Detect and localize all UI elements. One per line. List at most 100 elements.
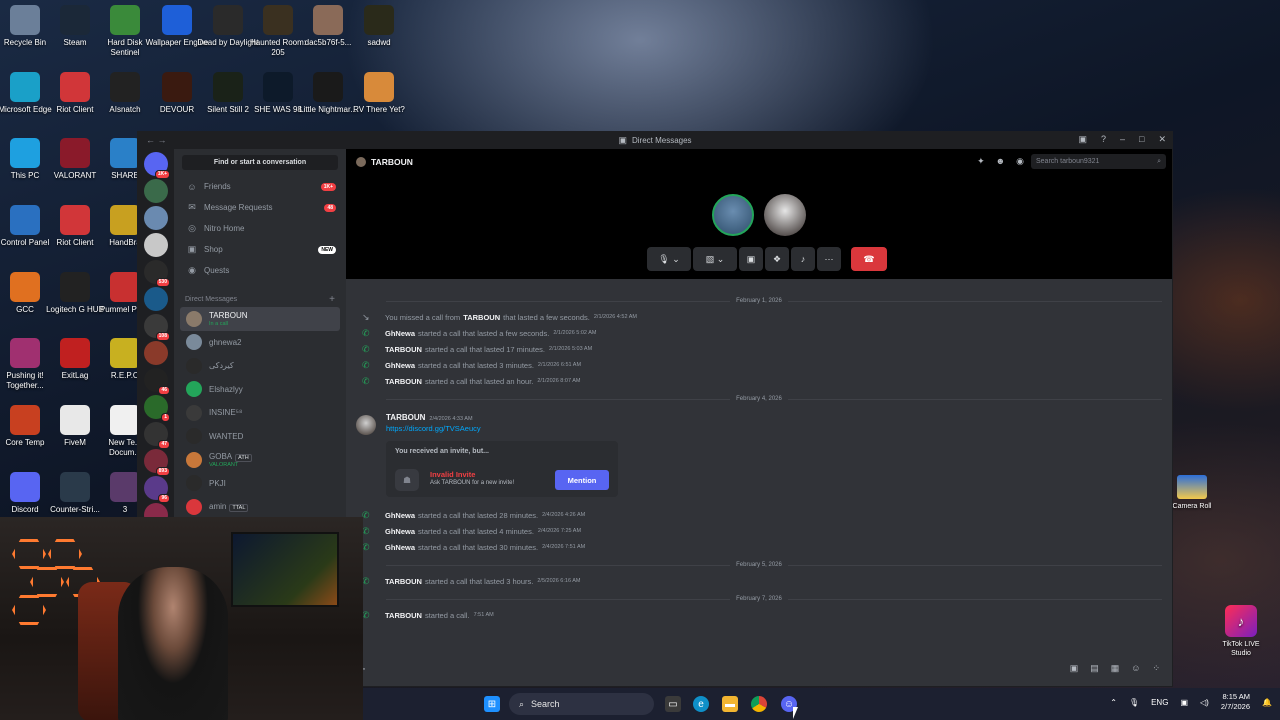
dm-item[interactable]: INSINE⁵⁸: [180, 401, 340, 425]
sidebar-nav: ☺ Friends 1K+ ✉ Message Requests 48 ◎ Nitro Hom…: [174, 176, 346, 281]
desktop-icon[interactable]: RV There Yet?: [347, 72, 411, 115]
server-icon[interactable]: 1K+: [144, 152, 170, 179]
close-button[interactable]: ✕: [1158, 134, 1166, 145]
avatar: [186, 498, 202, 515]
chevron-up-icon[interactable]: ⌃: [1110, 698, 1117, 707]
help-icon[interactable]: ?: [1101, 134, 1106, 145]
maximize-button[interactable]: □: [1139, 134, 1144, 145]
minimize-button[interactable]: –: [1120, 134, 1125, 145]
dm-icon: ▣: [618, 135, 627, 145]
nav-item-nitro-home[interactable]: ◎ Nitro Home: [174, 218, 346, 239]
server-icon[interactable]: [144, 341, 168, 365]
desktop-icon-tiktok[interactable]: ♪ TikTok LIVE Studio: [1218, 605, 1264, 658]
window-title: Direct Messages: [631, 136, 692, 145]
back-icon[interactable]: ← →: [146, 135, 167, 145]
call-author[interactable]: TARBOUN: [463, 313, 500, 322]
taskbar-search[interactable]: ⌕ Search: [509, 693, 654, 715]
server-icon[interactable]: [144, 179, 168, 203]
call-author[interactable]: TARBOUN: [385, 345, 422, 354]
call-author[interactable]: GhNewa: [385, 527, 415, 536]
server-icon[interactable]: 893: [144, 449, 170, 476]
create-dm-button[interactable]: +: [329, 294, 335, 305]
invite-link[interactable]: https://discord.gg/TVSAeucy: [386, 424, 1172, 433]
apps-icon[interactable]: ⁘: [1152, 663, 1160, 674]
dm-item[interactable]: کیردکی: [180, 354, 340, 378]
desktop-icon[interactable]: sadwd: [347, 5, 411, 48]
more-button[interactable]: ⋯: [817, 247, 841, 271]
dm-item[interactable]: amin TTAL: [180, 495, 340, 519]
call-participant-avatar[interactable]: [712, 194, 754, 236]
emoji-icon[interactable]: ☺: [1131, 663, 1140, 674]
server-icon[interactable]: [144, 233, 168, 257]
task-view-icon[interactable]: ▭: [665, 696, 681, 712]
dm-item[interactable]: Elshazlyy: [180, 378, 340, 402]
system-tray: ⌃ 🎙 ENG ▣ ◁) 8:15 AM 2/7/2026 🔔: [1110, 692, 1272, 712]
message-author: TARBOUN 2/4/2026 4:33 AM: [386, 413, 1172, 422]
microphone-button[interactable]: 🎙 ⌄: [647, 247, 691, 271]
soundboard-button[interactable]: ♪: [791, 247, 815, 271]
file-explorer-icon[interactable]: ▬: [722, 696, 738, 712]
screen-share-button[interactable]: ▣: [739, 247, 763, 271]
sticker-icon[interactable]: ▦: [1111, 663, 1120, 674]
nav-item-friends[interactable]: ☺ Friends 1K+: [174, 176, 346, 197]
start-icon[interactable]: ⊞: [484, 696, 500, 712]
hang-up-button[interactable]: ☎: [851, 247, 887, 271]
notification-icon[interactable]: 🔔: [1262, 698, 1272, 707]
inbox-icon[interactable]: ▣: [1078, 134, 1087, 145]
pin-icon[interactable]: ✦: [977, 156, 985, 167]
exitlag-icon: [60, 338, 90, 368]
server-icon[interactable]: [144, 206, 168, 230]
desktop-icon-camera-roll[interactable]: Camera Roll: [1166, 475, 1218, 511]
mention-button[interactable]: Mention: [555, 470, 609, 490]
dm-list: TARBOUN In a call ghnewa2 کیردکی Elshazlyy IN…: [174, 307, 346, 519]
clock[interactable]: 8:15 AM 2/7/2026: [1221, 692, 1250, 712]
language-indicator[interactable]: ENG: [1151, 698, 1168, 707]
dm-text: ghnewa2: [209, 338, 241, 347]
avatar: [186, 334, 202, 351]
edge-icon[interactable]: e: [693, 696, 709, 712]
call-author[interactable]: TARBOUN: [385, 611, 422, 620]
assassins-creed-icon: [364, 5, 394, 35]
avatar[interactable]: [356, 415, 376, 435]
dm-item[interactable]: WANTED: [180, 425, 340, 449]
call-author[interactable]: GhNewa: [385, 543, 415, 552]
search-input[interactable]: Search tarboun9321 ⌕: [1031, 154, 1166, 169]
volume-icon[interactable]: ◁): [1200, 698, 1209, 707]
find-conversation-button[interactable]: Find or start a conversation: [182, 155, 338, 170]
dm-item[interactable]: TARBOUN In a call: [180, 307, 340, 331]
call-author[interactable]: GhNewa: [385, 361, 415, 370]
server-icon[interactable]: 47: [144, 422, 170, 449]
author-name[interactable]: TARBOUN: [386, 413, 425, 422]
server-icon[interactable]: 96: [144, 476, 170, 503]
call-author[interactable]: GhNewa: [385, 511, 415, 520]
nav-item-message-requests[interactable]: ✉ Message Requests 48: [174, 197, 346, 218]
server-icon[interactable]: 46: [144, 368, 170, 395]
message-composer[interactable]: + ▣▤▦☺⁘: [354, 656, 1164, 680]
dm-item[interactable]: ghnewa2: [180, 331, 340, 355]
nav-item-quests[interactable]: ◉ Quests: [174, 260, 346, 281]
gift-icon[interactable]: ▣: [1070, 663, 1079, 674]
activities-button[interactable]: ❖: [765, 247, 789, 271]
server-icon[interactable]: 1: [144, 395, 170, 422]
chrome-icon[interactable]: [751, 696, 767, 712]
nav-item-shop[interactable]: ▣ Shop NEW: [174, 239, 346, 260]
rv-icon: [364, 72, 394, 102]
server-icon[interactable]: [144, 287, 168, 311]
dm-item[interactable]: GOBA ATH VALORANT: [180, 448, 340, 472]
dm-item[interactable]: PKJI: [180, 472, 340, 496]
add-friend-icon[interactable]: ☻: [996, 156, 1005, 167]
profile-icon[interactable]: ◉: [1016, 156, 1024, 167]
gif-icon[interactable]: ▤: [1090, 663, 1099, 674]
camera-off-button[interactable]: ▧ ⌄: [693, 247, 737, 271]
call-author[interactable]: TARBOUN: [385, 377, 422, 386]
network-icon[interactable]: ▣: [1180, 698, 1188, 707]
server-icon[interactable]: 530: [144, 260, 170, 287]
call-participant-avatar[interactable]: [764, 194, 806, 236]
call-author[interactable]: GhNewa: [385, 329, 415, 338]
date-separator: February 4, 2026: [346, 391, 1172, 407]
dm-status: VALORANT: [209, 461, 239, 468]
microphone-icon[interactable]: 🎙: [1129, 698, 1139, 707]
call-author[interactable]: TARBOUN: [385, 577, 422, 586]
server-icon[interactable]: 108: [144, 314, 170, 341]
dbd-icon: [213, 5, 243, 35]
